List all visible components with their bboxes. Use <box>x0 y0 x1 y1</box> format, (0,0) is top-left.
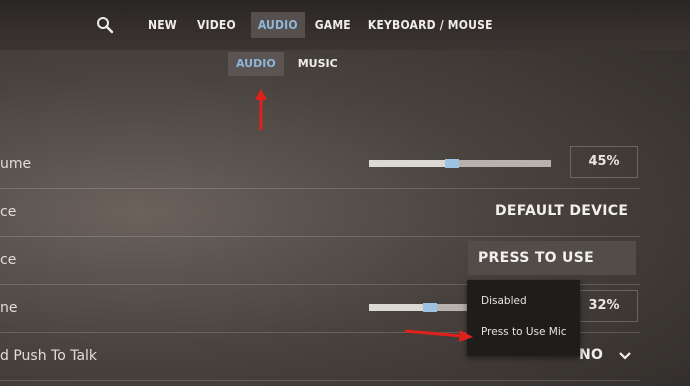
setting-label: ne <box>0 300 18 316</box>
tab-game[interactable]: GAME <box>308 12 358 38</box>
slider-fill <box>369 304 429 311</box>
volume-slider[interactable] <box>369 159 551 168</box>
setting-label: ce <box>0 252 17 268</box>
annotation-arrow-up <box>255 89 267 130</box>
tab-audio[interactable]: AUDIO <box>250 12 305 38</box>
slider-thumb[interactable] <box>423 303 437 312</box>
mic-mode-dropdown[interactable]: PRESS TO USE MIC <box>468 241 636 300</box>
tab-new[interactable]: NEW <box>141 12 184 38</box>
search-icon[interactable] <box>96 16 114 34</box>
slider-fill <box>369 160 451 167</box>
menu-option-press-to-use-mic[interactable]: Press to Use Mic <box>481 326 567 338</box>
menu-option-disabled[interactable]: Disabled <box>481 295 527 307</box>
setting-row-output-device: ce DEFAULT DEVICE <box>0 188 640 250</box>
setting-label: d Push To Talk <box>0 348 98 364</box>
chevron-down-icon <box>619 351 632 360</box>
tab-keyboard-mouse[interactable]: KEYBOARD / MOUSE <box>361 12 500 38</box>
push-to-talk-dropdown[interactable]: NO <box>579 338 632 372</box>
setting-row-mic-mode: ce PRESS TO USE MIC <box>0 236 640 300</box>
volume-value[interactable]: 45% <box>570 146 638 178</box>
mic-mode-menu: Disabled Press to Use Mic <box>467 280 580 356</box>
tab-video[interactable]: VIDEO <box>190 12 243 38</box>
dropdown-value: NO <box>579 347 604 363</box>
mic-volume-value[interactable]: 32% <box>570 290 638 322</box>
setting-label: ume <box>0 156 32 172</box>
main-tabs: NEW VIDEO AUDIO GAME KEYBOARD / MOUSE <box>141 12 500 38</box>
slider-thumb[interactable] <box>445 159 459 168</box>
setting-label: ce <box>0 204 17 220</box>
output-device-dropdown[interactable]: DEFAULT DEVICE <box>495 194 640 250</box>
setting-row-volume: ume 45% <box>0 140 640 189</box>
subtab-music[interactable]: MUSIC <box>290 52 346 76</box>
subtab-audio[interactable]: AUDIO <box>228 52 284 76</box>
dropdown-value: DEFAULT DEVICE <box>495 203 629 219</box>
sub-tabs: AUDIO MUSIC <box>228 52 346 76</box>
